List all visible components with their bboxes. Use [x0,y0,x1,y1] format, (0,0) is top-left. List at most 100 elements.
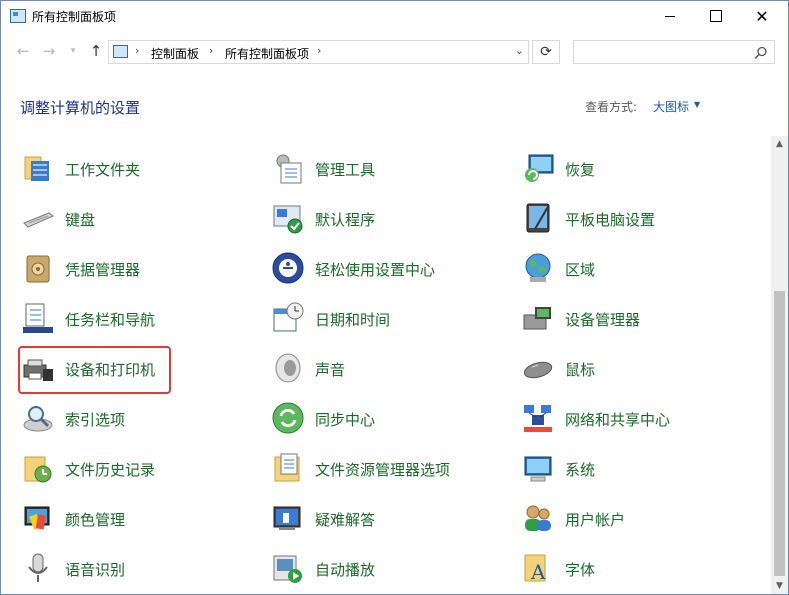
refresh-button[interactable]: ⟳ [532,40,560,64]
control-panel-item[interactable]: 工作文件夹 [21,149,261,189]
default-programs-icon [271,201,305,235]
close-button[interactable]: ✕ [739,1,785,32]
control-panel-item-label: 用户帐户 [565,511,626,529]
maximize-icon [710,10,722,22]
view-by-label: 查看方式: [585,100,638,114]
control-panel-item[interactable]: 网络和共享中心 [521,399,761,439]
control-panel-item[interactable]: 系统 [521,449,761,489]
minimize-button[interactable] [647,1,693,32]
sound-icon [271,351,305,385]
control-panel-item-label: 语音识别 [65,561,126,579]
forward-arrow-icon[interactable]: → [39,42,59,60]
ease-of-access-icon [271,251,305,285]
scrollbar-thumb[interactable] [774,291,785,576]
network-sharing-icon [521,401,555,435]
control-panel-item-label: 颜色管理 [65,511,126,529]
troubleshooting-icon [271,501,305,535]
control-panel-item[interactable]: 设备管理器 [521,299,761,339]
control-panel-item[interactable]: 任务栏和导航 [21,299,261,339]
admin-tools-icon [271,151,305,185]
search-input[interactable] [573,40,775,64]
user-accounts-icon [521,501,555,535]
control-panel-item-label: 索引选项 [65,411,126,429]
mouse-icon [521,351,555,385]
control-panel-item[interactable]: 恢复 [521,149,761,189]
region-icon [521,251,555,285]
autoplay-icon [271,551,305,585]
page-title: 调整计算机的设置 [20,99,141,117]
work-folders-icon [21,151,55,185]
minimize-icon [665,15,675,17]
control-panel-item-label: 平板电脑设置 [565,211,656,229]
control-panel-window: 所有控制面板项 ✕ ← → ▾ ↑ › 控制面板 › 所有控制面板项 › ⌄ ⟳… [0,0,789,595]
keyboard-icon [21,201,55,235]
control-panel-item-label: 管理工具 [315,161,376,179]
file-history-icon [21,451,55,485]
window-title: 所有控制面板项 [32,10,117,24]
maximize-button[interactable] [693,1,739,32]
control-panel-item-label: 文件历史记录 [65,461,156,479]
control-panel-item[interactable]: 声音 [271,349,511,389]
control-panel-item[interactable]: A 字体 [521,549,761,589]
control-panel-item-label: 同步中心 [315,411,376,429]
indexing-options-icon [21,401,55,435]
control-panel-item[interactable]: 语音识别 [21,549,261,589]
control-panel-item-label: 凭据管理器 [65,261,141,279]
control-panel-item-label: 任务栏和导航 [65,311,156,329]
control-panel-item[interactable]: 索引选项 [21,399,261,439]
system-icon [521,451,555,485]
fonts-icon: A [521,551,555,585]
view-by-dropdown[interactable]: 大图标 [653,98,689,115]
control-panel-item-label: 恢复 [565,161,596,179]
control-panel-item-label: 默认程序 [315,211,376,229]
credential-manager-icon [21,251,55,285]
control-panel-item[interactable]: 疑难解答 [271,499,511,539]
control-panel-item[interactable]: 日期和时间 [271,299,511,339]
scroll-down-icon[interactable]: ▼ [771,581,788,591]
view-by-caret-icon[interactable]: ▼ [694,100,700,109]
control-panel-item[interactable]: 颜色管理 [21,499,261,539]
control-panel-item[interactable]: 同步中心 [271,399,511,439]
control-panel-item-label: 字体 [565,561,596,579]
control-panel-item[interactable]: 鼠标 [521,349,761,389]
breadcrumb-chevron-icon[interactable]: › [135,44,139,57]
control-panel-item[interactable]: 键盘 [21,199,261,239]
breadcrumb-all-items[interactable]: 所有控制面板项 [225,45,309,62]
taskbar-icon [21,301,55,335]
control-panel-item[interactable]: 轻松使用设置中心 [271,249,511,289]
breadcrumb-chevron-icon[interactable]: › [209,44,213,57]
control-panel-item[interactable]: 默认程序 [271,199,511,239]
control-panel-item-label: 日期和时间 [315,311,391,329]
control-panel-item-label: 工作文件夹 [65,161,141,179]
title-bar[interactable]: 所有控制面板项 ✕ [1,1,788,32]
address-dropdown-chevron-icon[interactable]: ⌄ [515,44,524,57]
control-panel-item-label: 系统 [565,461,596,479]
control-panel-item[interactable]: 文件资源管理器选项 [271,449,511,489]
explorer-options-icon [271,451,305,485]
search-icon [754,45,768,60]
vertical-scrollbar[interactable]: ▲ ▼ [771,136,788,594]
control-panel-item[interactable]: 凭据管理器 [21,249,261,289]
scroll-up-icon[interactable]: ▲ [771,139,788,149]
color-management-icon [21,501,55,535]
control-panel-item[interactable]: 用户帐户 [521,499,761,539]
control-panel-item[interactable]: 管理工具 [271,149,511,189]
control-panel-item[interactable]: 文件历史记录 [21,449,261,489]
up-arrow-icon[interactable]: ↑ [86,42,106,60]
control-panel-item[interactable]: 平板电脑设置 [521,199,761,239]
control-panel-item-label: 鼠标 [565,361,596,379]
control-panel-item-label: 自动播放 [315,561,376,579]
control-panel-small-icon [113,45,128,58]
breadcrumb-control-panel[interactable]: 控制面板 [151,45,199,62]
breadcrumb-chevron-icon[interactable]: › [317,44,321,57]
control-panel-item[interactable]: 自动播放 [271,549,511,589]
svg-text:A: A [530,560,546,584]
back-arrow-icon[interactable]: ← [13,42,33,60]
control-panel-item-label: 键盘 [65,211,96,229]
recovery-icon [521,151,555,185]
highlight-annotation-box [18,346,171,394]
control-panel-item[interactable]: 区域 [521,249,761,289]
recent-locations-chevron-icon[interactable]: ▾ [63,46,83,56]
address-bar[interactable]: › 控制面板 › 所有控制面板项 › ⌄ [108,40,529,64]
refresh-icon: ⟳ [540,44,552,60]
